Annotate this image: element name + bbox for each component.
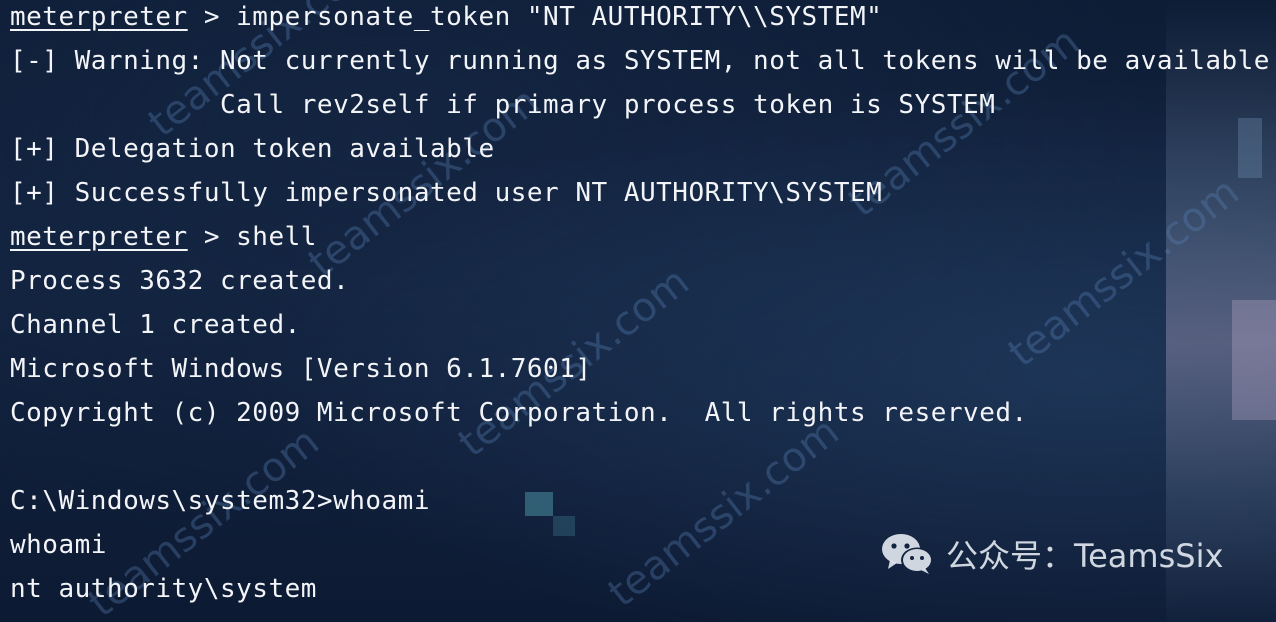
terminal-line: [+] Delegation token available: [10, 134, 495, 164]
terminal-line: Copyright (c) 2009 Microsoft Corporation…: [10, 398, 1028, 428]
wechat-icon: [880, 532, 936, 576]
meterpreter-prompt: meterpreter: [10, 222, 188, 252]
terminal-line: C:\Windows\system32>whoami: [10, 486, 430, 516]
terminal-line: [+] Successfully impersonated user NT AU…: [10, 178, 883, 208]
terminal-line: Microsoft Windows [Version 6.1.7601]: [10, 354, 592, 384]
terminal-output[interactable]: meterpreter > impersonate_token "NT AUTH…: [10, 0, 1272, 622]
account-label: 公众号：TeamsSix: [946, 537, 1224, 575]
terminal-line: whoami: [10, 530, 107, 560]
terminal-line: Process 3632 created.: [10, 266, 350, 296]
command-text: > impersonate_token "NT AUTHORITY\\SYSTE…: [187, 2, 883, 32]
terminal-line: nt authority\system: [10, 574, 317, 604]
account-badge: 公众号：TeamsSix: [880, 530, 1223, 578]
meterpreter-prompt: meterpreter: [10, 2, 188, 32]
terminal-line: Call rev2self if primary process token i…: [10, 90, 996, 120]
terminal-line: Channel 1 created.: [10, 310, 301, 340]
terminal-line: [-] Warning: Not currently running as SY…: [10, 46, 1270, 76]
command-text: > shell: [187, 222, 317, 252]
terminal-line: meterpreter > impersonate_token "NT AUTH…: [10, 0, 882, 44]
terminal-line: meterpreter > shell: [10, 220, 317, 264]
